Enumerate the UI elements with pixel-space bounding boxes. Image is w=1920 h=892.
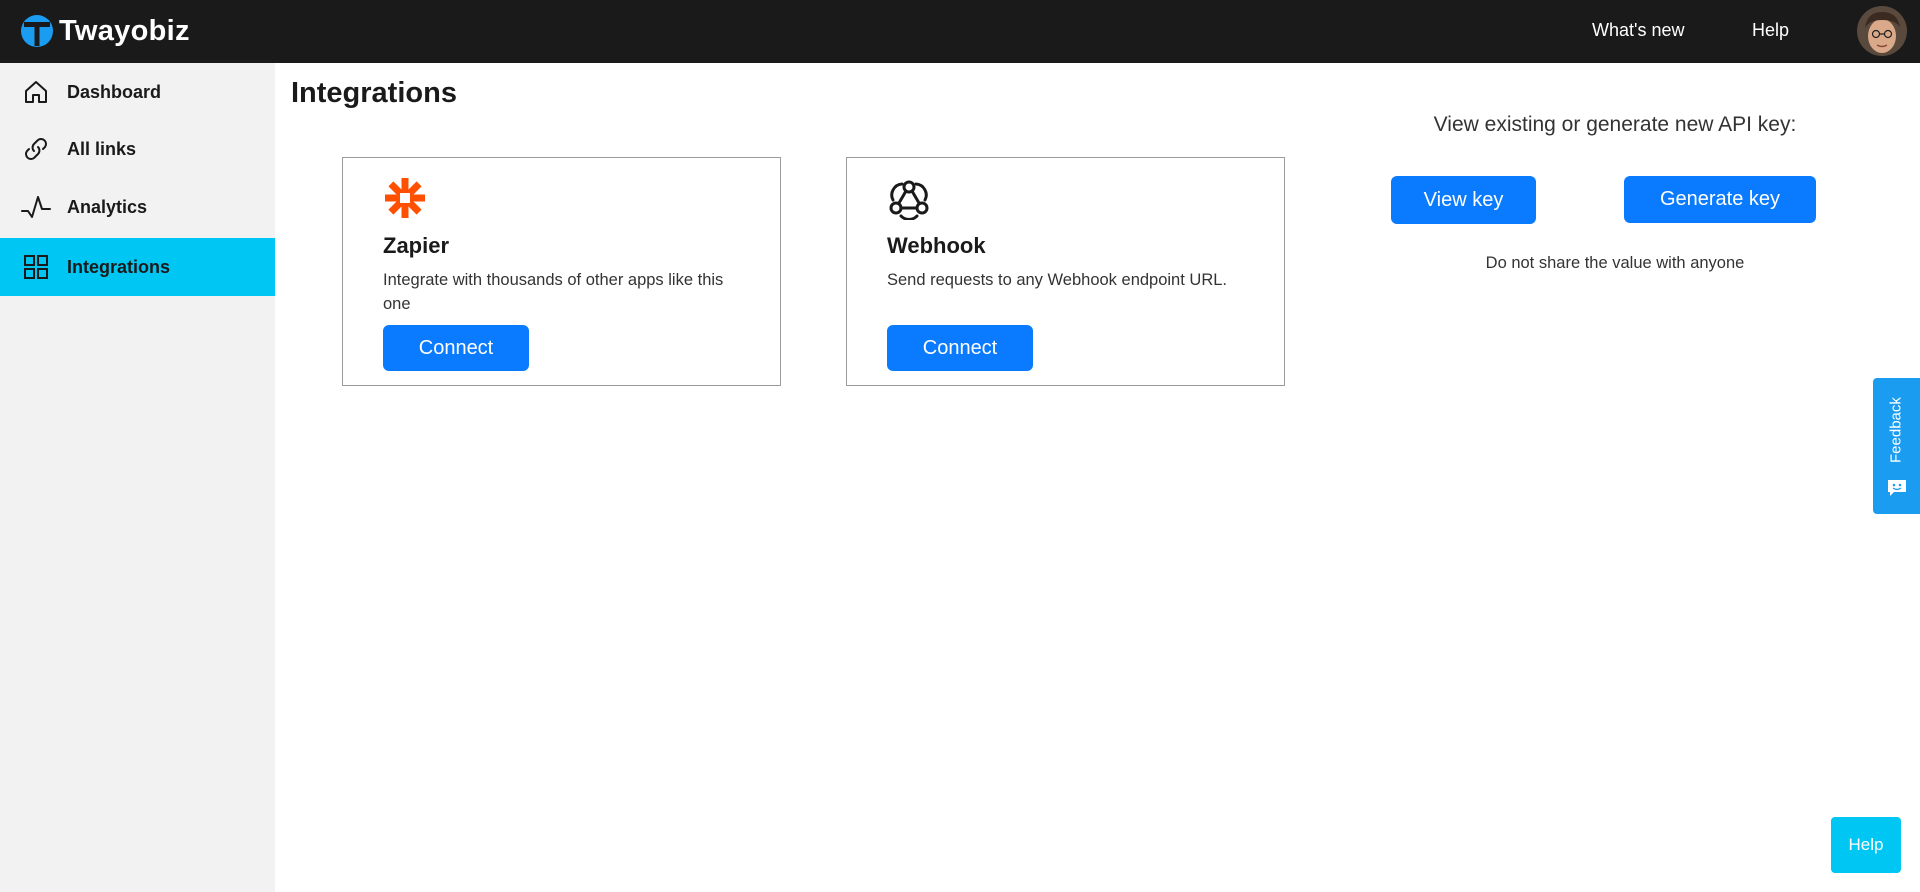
zapier-asterisk-icon: [385, 178, 425, 218]
avatar[interactable]: [1857, 6, 1907, 56]
api-key-note: Do not share the value with anyone: [1485, 254, 1745, 272]
feedback-chat-icon: [1888, 480, 1906, 496]
sidebar-item-label: Dashboard: [67, 81, 162, 102]
card-description: Send requests to any Webhook endpoint UR…: [887, 271, 1227, 289]
sidebar: Dashboard All links Analytics Integratio…: [0, 63, 275, 892]
api-key-heading: View existing or generate new API key:: [1433, 113, 1797, 136]
sidebar-item-label: All links: [67, 138, 137, 159]
brand[interactable]: Twayobiz: [20, 12, 190, 50]
home-icon: [21, 77, 51, 107]
feedback-tab[interactable]: Feedback: [1873, 378, 1920, 514]
card-description: Integrate with thousands of other apps l…: [383, 271, 724, 313]
top-bar: Twayobiz What's new Help: [0, 0, 1920, 63]
generate-key-button[interactable]: Generate key: [1624, 176, 1816, 223]
page-title: Integrations: [291, 77, 457, 109]
pulse-icon: [21, 192, 51, 222]
grid-icon: [21, 252, 51, 282]
webhook-card: Webhook Send requests to any Webhook end…: [846, 157, 1285, 386]
feedback-label: Feedback: [1887, 397, 1905, 463]
help-link[interactable]: Help: [1752, 20, 1789, 41]
help-floating-button[interactable]: Help: [1831, 817, 1901, 873]
sidebar-item-label: Integrations: [67, 256, 171, 277]
sidebar-item-label: Analytics: [67, 196, 148, 217]
sidebar-item-integrations[interactable]: Integrations: [0, 238, 275, 296]
link-icon: [21, 134, 51, 164]
sidebar-item-analytics[interactable]: Analytics: [0, 178, 275, 236]
webhook-icon: [889, 180, 929, 220]
view-key-button[interactable]: View key: [1391, 176, 1536, 224]
sidebar-item-dashboard[interactable]: Dashboard: [0, 63, 275, 121]
twayobiz-logo-icon: [21, 15, 53, 47]
user-avatar-icon: [1857, 6, 1907, 56]
zapier-connect-button[interactable]: Connect: [383, 325, 529, 371]
zapier-card: Zapier Integrate with thousands of other…: [342, 157, 781, 386]
whats-new-link[interactable]: What's new: [1592, 20, 1684, 41]
brand-name: Twayobiz: [59, 14, 190, 47]
sidebar-item-all-links[interactable]: All links: [0, 120, 275, 178]
card-title: Webhook: [887, 233, 986, 258]
card-title: Zapier: [383, 233, 450, 258]
webhook-connect-button[interactable]: Connect: [887, 325, 1033, 371]
